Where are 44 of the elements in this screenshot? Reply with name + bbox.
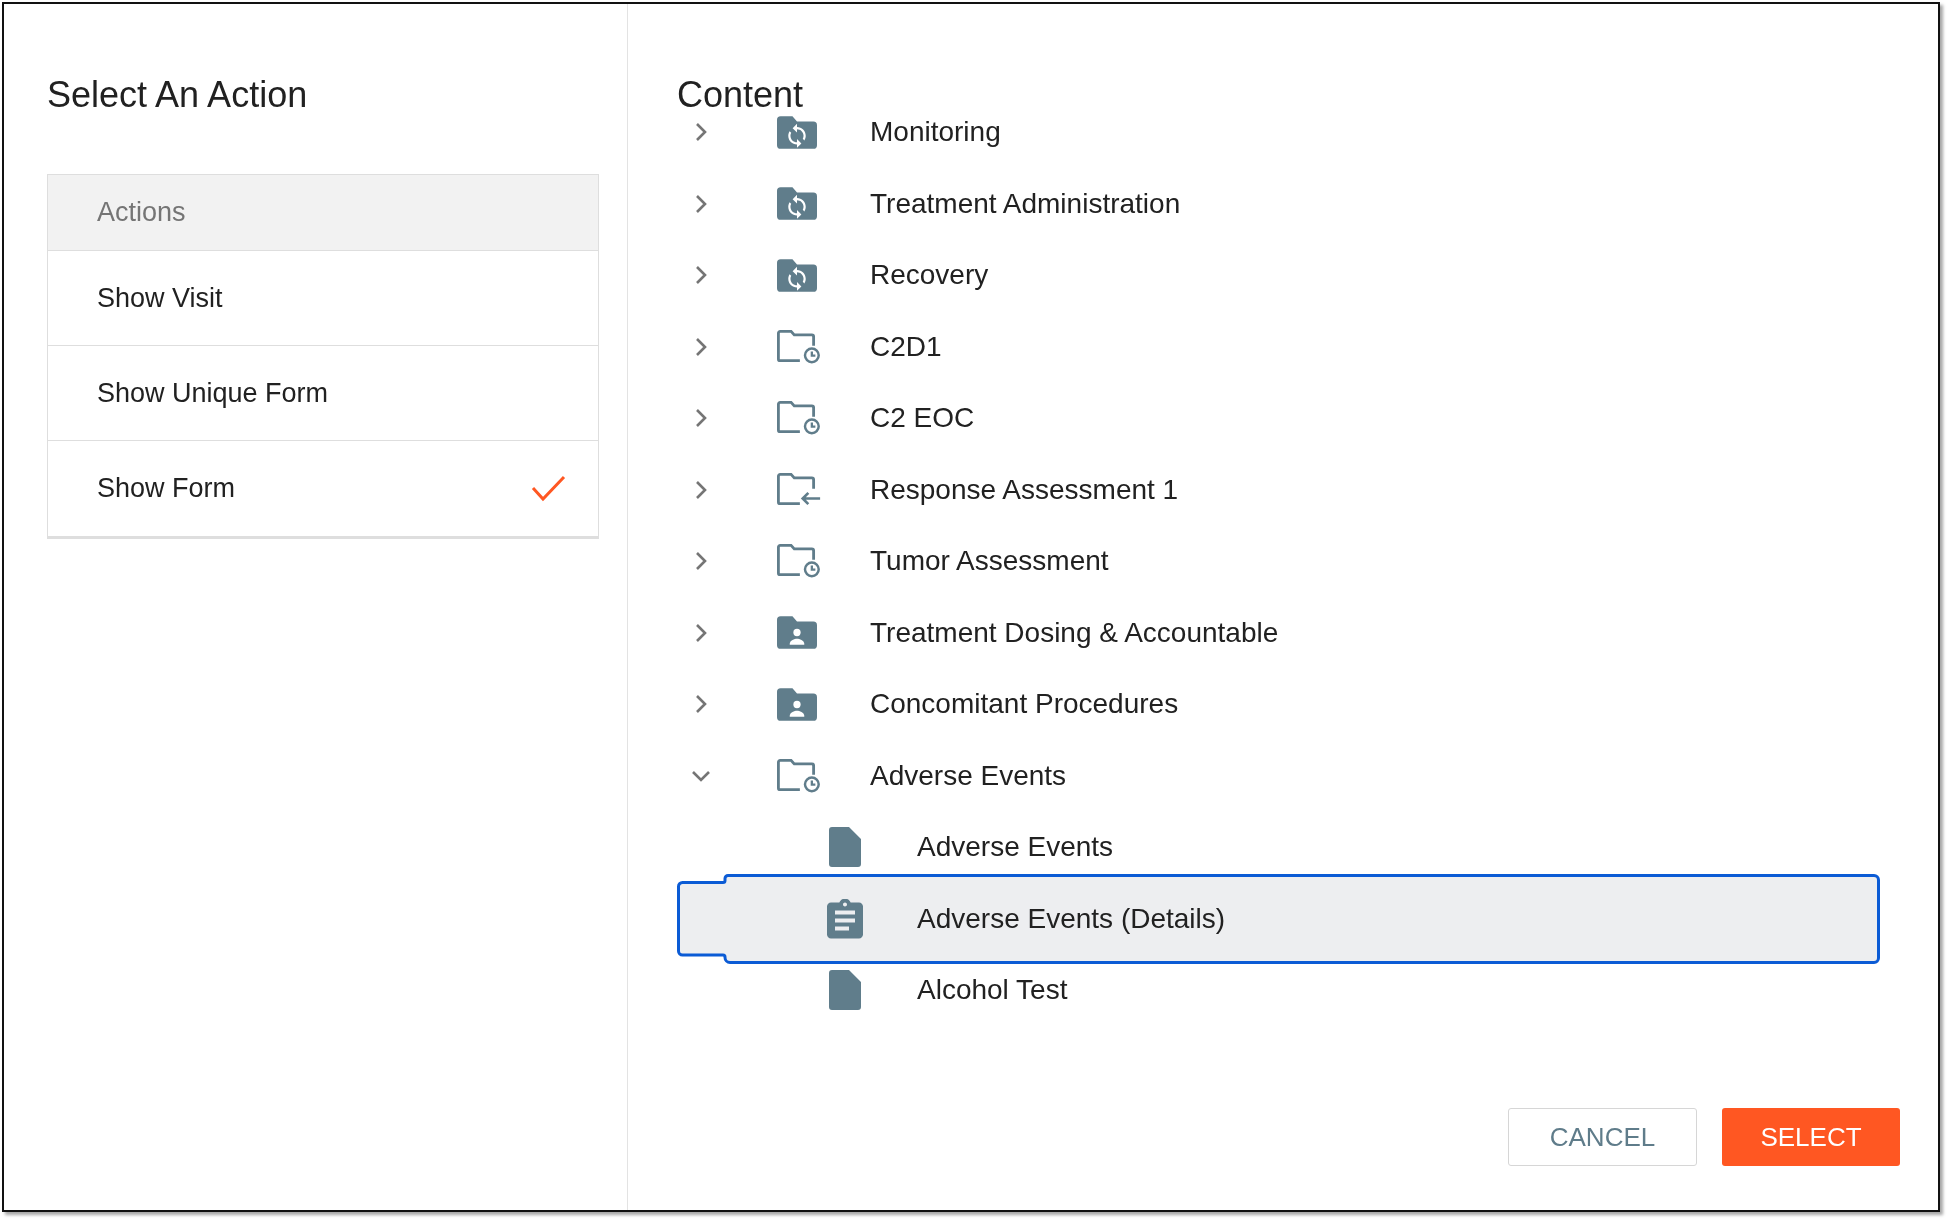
tree-item[interactable]: Treatment Administration: [677, 183, 1181, 224]
tree-item[interactable]: C2D1: [677, 326, 942, 367]
chevron-right-icon[interactable]: [695, 336, 707, 357]
folder-clock-icon: [777, 758, 821, 793]
folder-arrow-icon: [777, 472, 821, 507]
chevron-right-icon[interactable]: [695, 694, 707, 714]
folder-sync-icon: [777, 115, 817, 149]
folder-clock-icon: [777, 329, 821, 364]
tree-item[interactable]: Monitoring: [677, 112, 1001, 152]
action-item[interactable]: Show Visit: [48, 251, 598, 346]
chevron-right-icon[interactable]: [695, 551, 707, 571]
tree-item[interactable]: Recovery: [677, 255, 989, 295]
action-item[interactable]: Show Form: [48, 441, 598, 536]
check-icon: [531, 475, 566, 502]
tree-item[interactable]: Adverse Events: [677, 755, 1067, 796]
chevron-right-icon[interactable]: [695, 122, 707, 142]
chevron-right-icon[interactable]: [695, 193, 707, 214]
folder-person-icon: [777, 687, 817, 721]
chevron-right-icon[interactable]: [695, 479, 707, 500]
panel-title: Content: [677, 77, 804, 112]
chevron-right-icon[interactable]: [695, 408, 707, 428]
cancel-button[interactable]: CANCEL: [1508, 1108, 1697, 1166]
tree-item[interactable]: Alcohol Test: [677, 970, 1068, 1010]
tree-item[interactable]: Concomitant Procedures: [677, 684, 1179, 724]
tree-item[interactable]: Adverse Events (Details): [677, 873, 1881, 964]
panel-title: Select An Action: [47, 77, 308, 112]
document-icon: [829, 970, 861, 1010]
list-header: Actions: [48, 175, 598, 251]
folder-sync-icon: [777, 258, 817, 292]
document-icon: [829, 827, 861, 867]
folder-person-icon: [777, 616, 817, 649]
tree-item[interactable]: C2 EOC: [677, 398, 975, 438]
chevron-right-icon[interactable]: [695, 265, 707, 285]
chevron-down-icon[interactable]: [691, 769, 711, 782]
tree-item[interactable]: Response Assessment 1: [677, 469, 1179, 510]
folder-sync-icon: [777, 187, 817, 220]
tree-item[interactable]: Treatment Dosing & Accountable: [677, 612, 1279, 653]
folder-clock-icon: [777, 544, 821, 578]
chevron-right-icon[interactable]: [695, 622, 707, 643]
tree-item[interactable]: Adverse Events: [677, 827, 1114, 867]
action-item[interactable]: Show Unique Form: [48, 346, 598, 441]
clipboard-icon: [827, 898, 863, 939]
tree-item[interactable]: Tumor Assessment: [677, 541, 1109, 581]
folder-clock-icon: [777, 401, 821, 435]
